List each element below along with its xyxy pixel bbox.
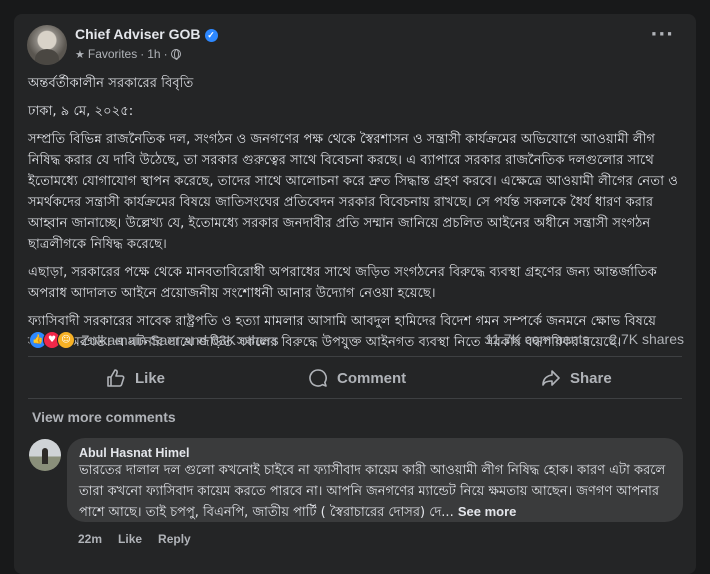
comment-like-button[interactable]: Like xyxy=(118,532,142,546)
like-button[interactable]: Like xyxy=(106,368,165,388)
post-time[interactable]: 1h xyxy=(147,47,160,61)
post-dateline: ঢাকা, ৯ মে, ২০২৫: xyxy=(28,104,134,119)
comment-body: ভারতের দালাল দল গুলো কখনোই চাইবে না ফ্যা… xyxy=(79,463,666,520)
page-name-link[interactable]: Chief Adviser GOB ✓ xyxy=(75,26,218,42)
divider xyxy=(28,398,682,399)
see-more-link[interactable]: See more xyxy=(458,504,517,519)
share-button[interactable]: Share xyxy=(541,368,612,388)
verified-badge-icon: ✓ xyxy=(204,29,218,42)
engagement-counts: 11.7K comments 2.7K shares xyxy=(469,331,684,347)
more-options-button[interactable]: ··· xyxy=(650,26,674,44)
comment-label: Comment xyxy=(337,369,407,387)
post-card: Chief Adviser GOB ✓ ★ Favorites · 1h · ··… xyxy=(14,14,696,574)
share-icon xyxy=(542,370,560,386)
reactor-names[interactable]: Zulkarnain Saer and 63K others xyxy=(81,332,279,348)
view-more-comments-link[interactable]: View more comments xyxy=(32,409,176,425)
comment-button[interactable]: Comment xyxy=(308,368,406,388)
page-avatar[interactable] xyxy=(27,25,67,65)
comment-author[interactable]: Abul Hasnat Himel xyxy=(79,446,189,460)
comments-count[interactable]: 11.7K comments xyxy=(485,331,589,347)
shares-count[interactable]: 2.7K shares xyxy=(609,331,684,347)
comment-bubble: Abul Hasnat Himel ভারতের দালাল দল গুলো ক… xyxy=(67,438,683,522)
share-label: Share xyxy=(570,369,612,387)
comment-time[interactable]: 22m xyxy=(78,532,102,546)
globe-icon xyxy=(170,49,181,60)
comment-reply-button[interactable]: Reply xyxy=(158,532,191,546)
post-heading: অন্তর্বর্তীকালীন সরকারের বিবৃতি xyxy=(28,76,194,91)
thumbs-up-icon xyxy=(107,369,125,387)
audience-label[interactable]: Favorites xyxy=(88,47,137,61)
comment-icon xyxy=(309,369,327,387)
reactions-summary[interactable]: 👍 ♥ ☺ Zulkarnain Saer and 63K others xyxy=(29,331,279,349)
commenter-avatar[interactable] xyxy=(29,439,61,471)
comment-meta: 22m Like Reply xyxy=(78,532,191,546)
star-icon: ★ xyxy=(75,48,85,61)
divider xyxy=(28,356,682,357)
meta-separator: · xyxy=(140,47,145,61)
post-body: অন্তর্বর্তীকালীন সরকারের বিবৃতি ঢাকা, ৯ … xyxy=(28,73,688,360)
comment-text: ভারতের দালাল দল গুলো কখনোই চাইবে না ফ্যা… xyxy=(79,461,675,524)
page-name[interactable]: Chief Adviser GOB xyxy=(75,26,201,42)
meta-separator-2: · xyxy=(163,47,168,61)
like-label: Like xyxy=(135,369,166,387)
post-paragraph-1: সম্প্রতি বিভিন্ন রাজনৈতিক দল, সংগঠন ও জন… xyxy=(28,132,678,252)
haha-reaction-icon: ☺ xyxy=(57,331,75,349)
post-paragraph-2: এছাড়া, সরকারের পক্ষে থেকে মানবতাবিরোধী … xyxy=(28,265,657,301)
post-meta: ★ Favorites · 1h · xyxy=(75,47,181,61)
